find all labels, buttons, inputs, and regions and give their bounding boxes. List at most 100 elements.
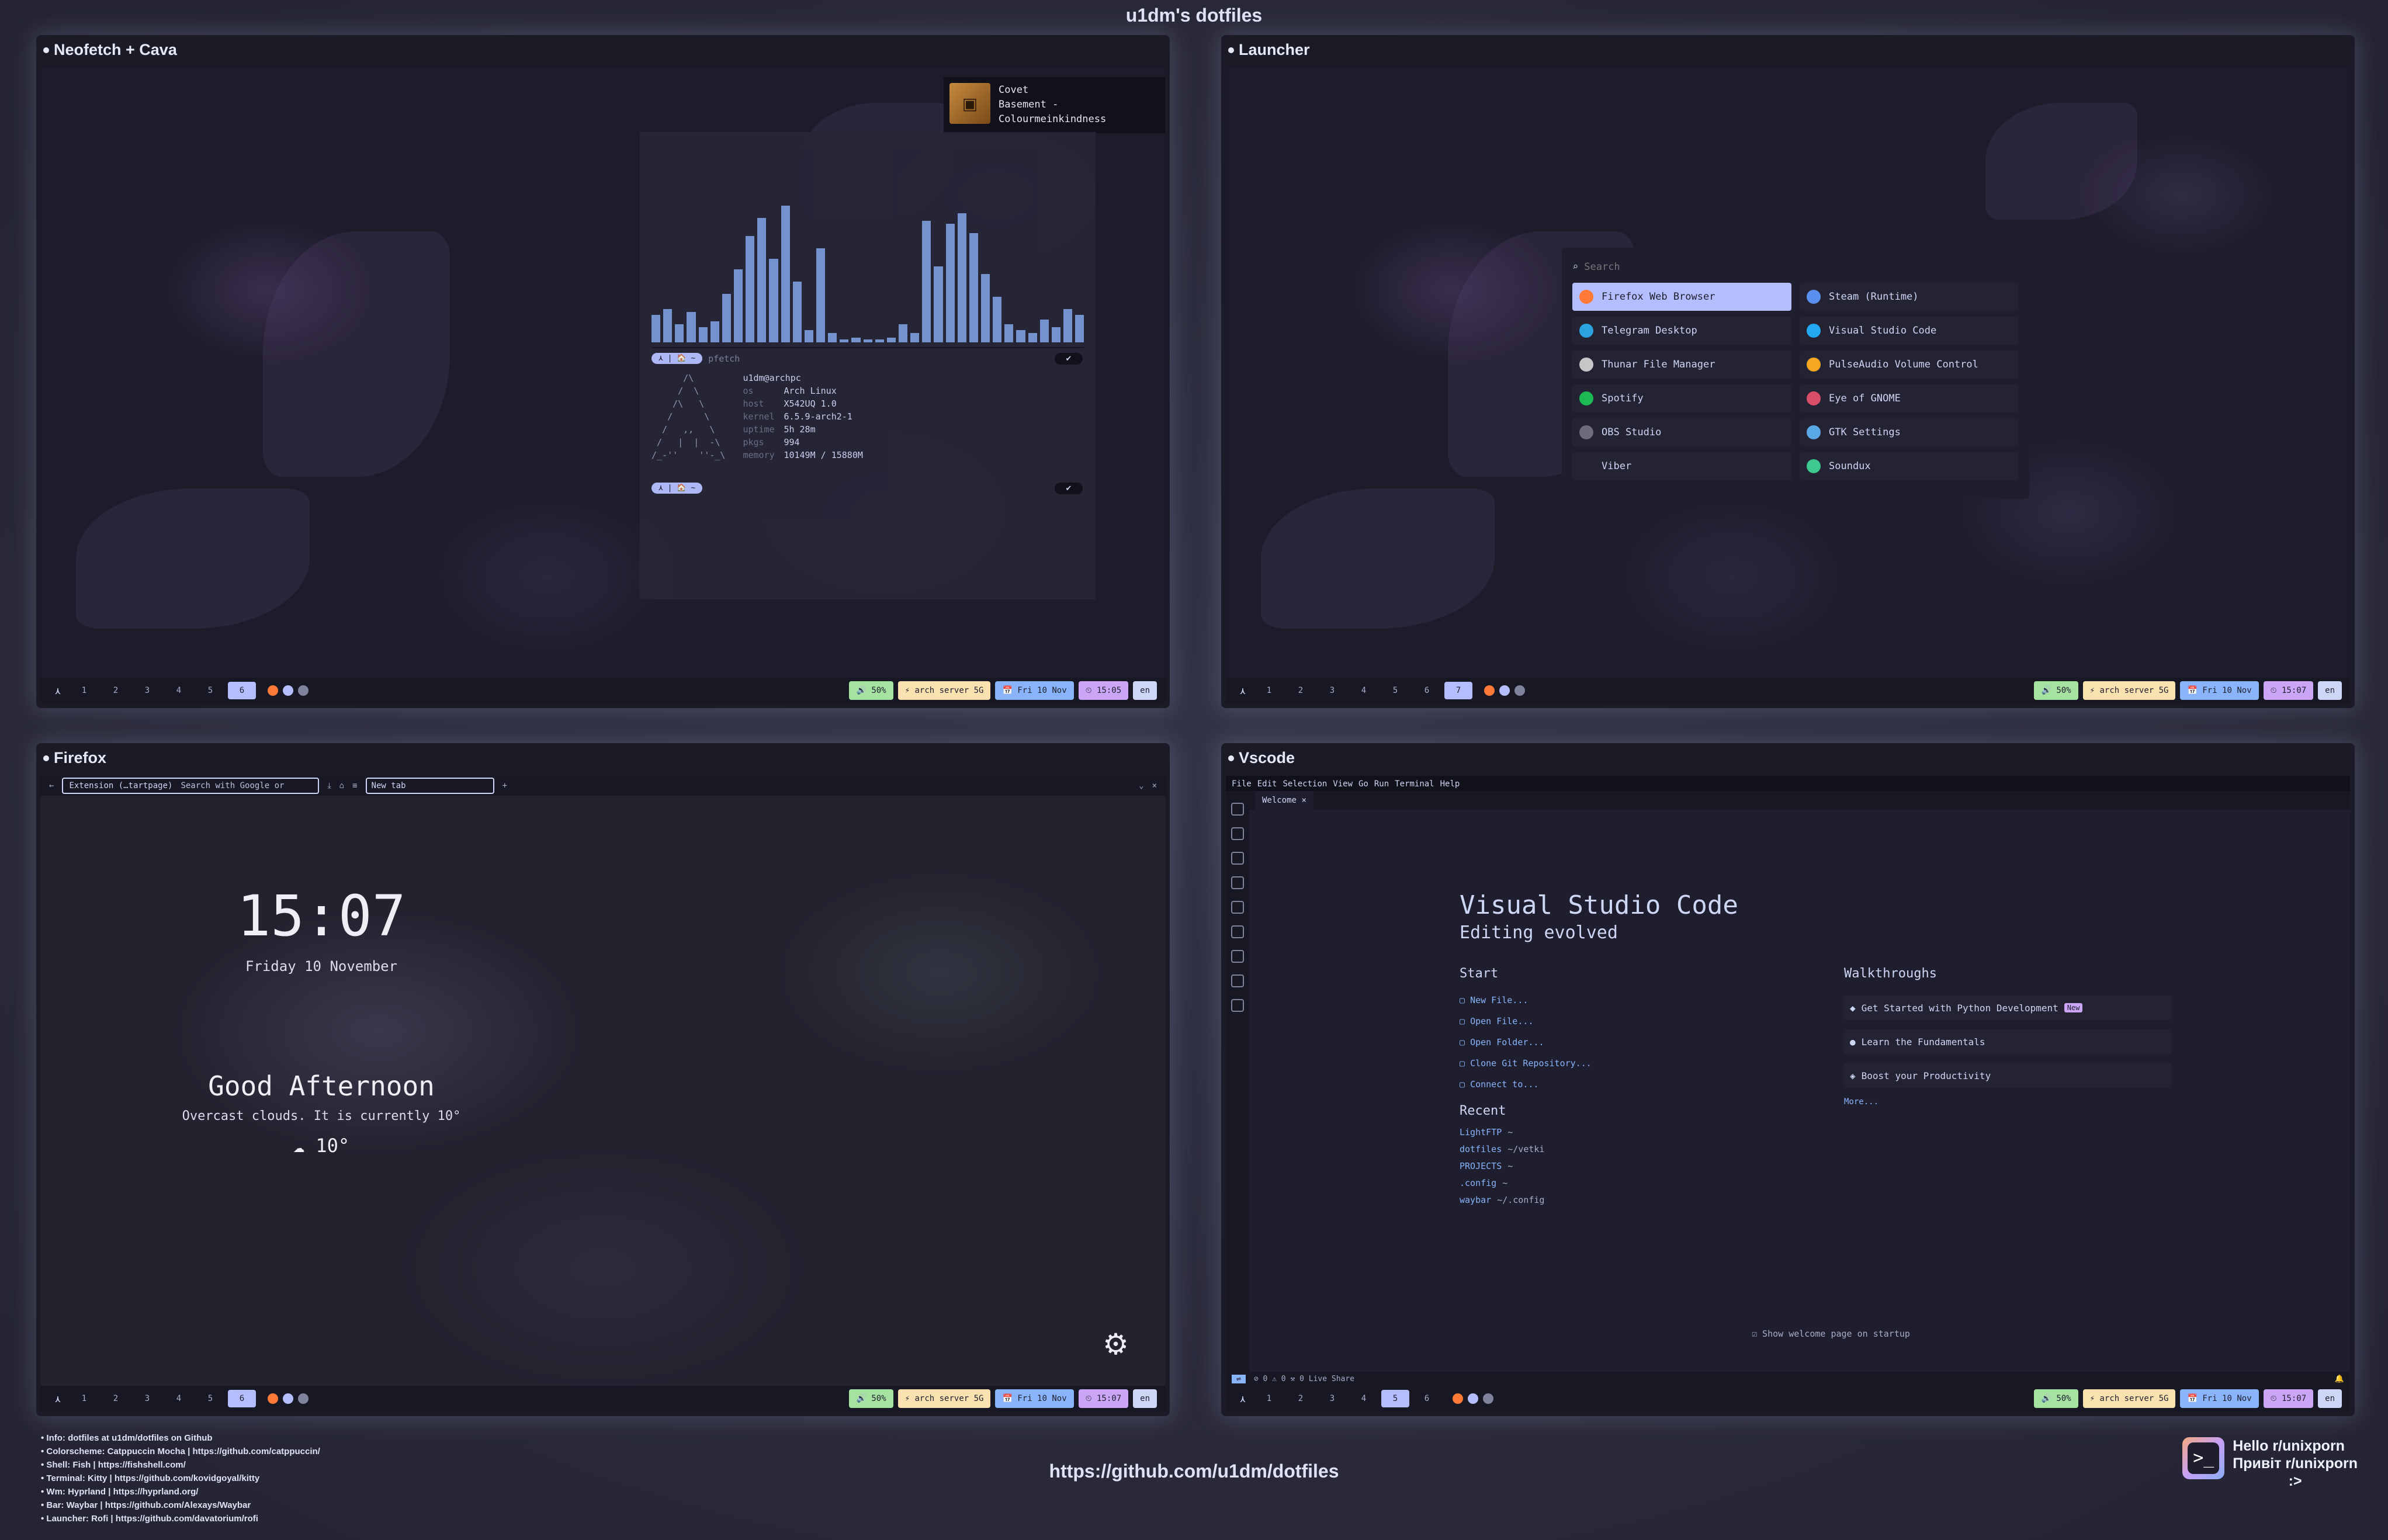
repo-link[interactable]: https://github.com/u1dm/dotfiles	[0, 1461, 2388, 1482]
remote-icon[interactable]	[1231, 925, 1244, 938]
search-icon[interactable]	[1231, 827, 1244, 840]
firefox-tray-icon[interactable]	[1453, 1393, 1463, 1404]
start-action[interactable]: ▢ Open Folder...	[1460, 1032, 1592, 1053]
launcher-app-item[interactable]: Firefox Web Browser	[1572, 283, 1791, 311]
workspace-5[interactable]: 5	[196, 682, 224, 699]
remote-indicator[interactable]: ⇌	[1232, 1374, 1246, 1383]
back-icon[interactable]: ←	[49, 781, 54, 790]
workspace-5[interactable]: 5	[1381, 1390, 1409, 1407]
language-module[interactable]: en	[2318, 1389, 2342, 1408]
walkthrough-python[interactable]: ◆ Get Started with Python Development New	[1844, 996, 2171, 1020]
volume-module[interactable]: 🔊 50%	[849, 681, 893, 700]
clock-module[interactable]: ⏲ 15:07	[1078, 1389, 1129, 1408]
date-module[interactable]: 📅 Fri 10 Nov	[995, 1389, 1074, 1408]
viber-tray-icon[interactable]	[1468, 1393, 1478, 1404]
workspace-4[interactable]: 4	[165, 1390, 193, 1407]
workspace-1[interactable]: 1	[1255, 1390, 1283, 1407]
network-module[interactable]: ⚡ arch server 5G	[2082, 1389, 2176, 1408]
firefox-tray-icon[interactable]	[268, 685, 278, 696]
menu-item[interactable]: View	[1333, 779, 1353, 789]
language-module[interactable]: en	[1133, 1389, 1157, 1408]
explorer-icon[interactable]	[1231, 803, 1244, 816]
date-module[interactable]: 📅 Fri 10 Nov	[995, 681, 1074, 700]
git-graph-icon[interactable]	[1231, 950, 1244, 963]
launcher-app-item[interactable]: Thunar File Manager	[1572, 351, 1791, 379]
workspace-7[interactable]: 7	[1444, 682, 1472, 699]
workspace-6[interactable]: 6	[228, 682, 256, 699]
workspace-2[interactable]: 2	[102, 682, 130, 699]
cloud-tray-icon[interactable]	[1514, 685, 1525, 696]
arch-logo-icon[interactable]: ⋏	[49, 1393, 67, 1404]
language-module[interactable]: en	[1133, 681, 1157, 700]
problems-status[interactable]: ⊘ 0 ⚠ 0 ⚒ 0 Live Share	[1254, 1375, 1354, 1383]
bell-icon[interactable]: 🔔	[2335, 1375, 2344, 1383]
recent-item[interactable]: PROJECTS ~	[1460, 1158, 1544, 1175]
workspace-3[interactable]: 3	[1318, 1390, 1346, 1407]
search-input[interactable]	[1584, 261, 1818, 273]
launcher-app-item[interactable]: Steam (Runtime)	[1800, 283, 2019, 311]
volume-module[interactable]: 🔊 50%	[2034, 1389, 2078, 1408]
viber-tray-icon[interactable]	[283, 1393, 293, 1404]
start-action[interactable]: ▢ Clone Git Repository...	[1460, 1053, 1592, 1074]
extensions-icon[interactable]	[1231, 901, 1244, 914]
firefox-tray-icon[interactable]	[1484, 685, 1495, 696]
launcher-app-item[interactable]: Spotify	[1572, 384, 1791, 412]
clock-module[interactable]: ⏲ 15:07	[2263, 681, 2314, 700]
workspace-2[interactable]: 2	[1287, 682, 1315, 699]
workspace-3[interactable]: 3	[133, 682, 161, 699]
walkthrough-productivity[interactable]: ◈ Boost your Productivity	[1844, 1063, 2171, 1088]
new-tab-icon[interactable]: +	[502, 781, 507, 790]
launcher-app-item[interactable]: Telegram Desktop	[1572, 317, 1791, 345]
menu-item[interactable]: Help	[1440, 779, 1460, 789]
network-module[interactable]: ⚡ arch server 5G	[897, 681, 991, 700]
workspace-4[interactable]: 4	[1350, 682, 1378, 699]
launcher-app-item[interactable]: OBS Studio	[1572, 418, 1791, 446]
recent-item[interactable]: LightFTP ~	[1460, 1124, 1544, 1141]
cloud-tray-icon[interactable]	[298, 1393, 309, 1404]
launcher-search[interactable]: ⌕	[1572, 257, 2019, 277]
workspace-5[interactable]: 5	[1381, 682, 1409, 699]
start-action[interactable]: ▢ New File...	[1460, 990, 1592, 1011]
start-action[interactable]: ▢ Connect to...	[1460, 1074, 1592, 1095]
language-module[interactable]: en	[2318, 681, 2342, 700]
menu-item[interactable]: File	[1232, 779, 1252, 789]
menu-icon[interactable]: ≡	[352, 781, 357, 790]
workspace-1[interactable]: 1	[70, 1390, 98, 1407]
workspace-4[interactable]: 4	[1350, 1390, 1378, 1407]
run-debug-icon[interactable]	[1231, 876, 1244, 889]
tab-new-tab[interactable]: New tab	[365, 778, 494, 794]
cloud-tray-icon[interactable]	[298, 685, 309, 696]
menu-item[interactable]: Selection	[1283, 779, 1327, 789]
workspace-4[interactable]: 4	[165, 682, 193, 699]
tab-list-icon[interactable]: ⌄	[1139, 781, 1143, 790]
clock-module[interactable]: ⏲ 15:07	[2263, 1389, 2314, 1408]
volume-module[interactable]: 🔊 50%	[2034, 681, 2078, 700]
url-extension-chip[interactable]: Extension (…tartpage)	[69, 781, 172, 790]
launcher-app-item[interactable]: PulseAudio Volume Control	[1800, 351, 2019, 379]
clock-module[interactable]: ⏲ 15:05	[1078, 681, 1129, 700]
workspace-2[interactable]: 2	[1287, 1390, 1315, 1407]
date-module[interactable]: 📅 Fri 10 Nov	[2180, 1389, 2259, 1408]
launcher-app-item[interactable]: Soundux	[1800, 452, 2019, 480]
workspace-1[interactable]: 1	[70, 682, 98, 699]
launcher-app-item[interactable]: Eye of GNOME	[1800, 384, 2019, 412]
more-link[interactable]: More...	[1844, 1097, 2171, 1107]
cloud-tray-icon[interactable]	[1483, 1393, 1493, 1404]
live-share-icon[interactable]	[1231, 999, 1244, 1012]
launcher-app-item[interactable]: Visual Studio Code	[1800, 317, 2019, 345]
network-module[interactable]: ⚡ arch server 5G	[897, 1389, 991, 1408]
workspace-6[interactable]: 6	[228, 1390, 256, 1407]
url-bar[interactable]: Extension (…tartpage) Search with Google…	[62, 778, 320, 794]
gear-icon[interactable]: ⚙	[1103, 1327, 1129, 1361]
menu-item[interactable]: Terminal	[1395, 779, 1434, 789]
workspace-3[interactable]: 3	[133, 1390, 161, 1407]
workspace-6[interactable]: 6	[1413, 682, 1441, 699]
volume-module[interactable]: 🔊 50%	[849, 1389, 893, 1408]
menu-item[interactable]: Edit	[1257, 779, 1277, 789]
show-welcome-checkbox[interactable]: ☑ Show welcome page on startup	[1752, 1329, 1910, 1339]
recent-item[interactable]: dotfiles ~/vetki	[1460, 1141, 1544, 1158]
workspace-1[interactable]: 1	[1255, 682, 1283, 699]
workspace-5[interactable]: 5	[196, 1390, 224, 1407]
firefox-tray-icon[interactable]	[268, 1393, 278, 1404]
walkthrough-fundamentals[interactable]: ● Learn the Fundamentals	[1844, 1029, 2171, 1054]
